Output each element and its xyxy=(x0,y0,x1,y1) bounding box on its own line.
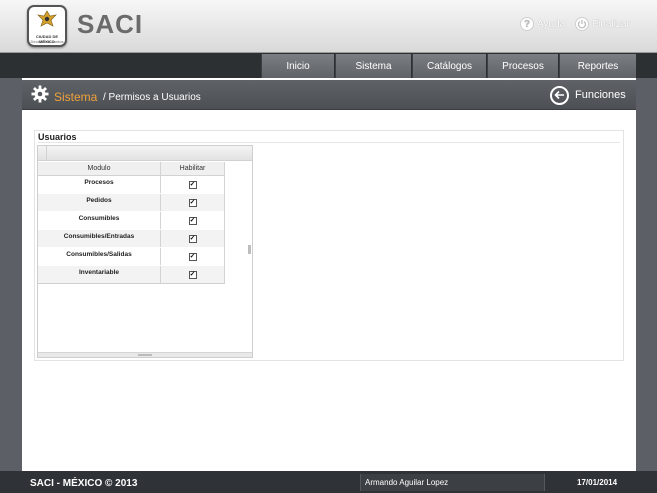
section-subtitle: / Permisos a Usuarios xyxy=(103,92,201,103)
footer-user: Armando Aguilar Lopez xyxy=(360,474,545,491)
modulo-cell: Procesos xyxy=(38,176,161,193)
modulo-cell: Inventariable xyxy=(38,266,161,283)
section-title: Sistema xyxy=(54,90,98,104)
panel-divider xyxy=(38,142,620,143)
habilitar-checkbox[interactable]: ✓ xyxy=(188,180,197,189)
grid-column-divider xyxy=(224,162,225,284)
nav-item-catalogos[interactable]: Catálogos xyxy=(412,54,486,78)
modulo-cell: Consumibles/Salidas xyxy=(38,248,161,265)
nav-item-reportes[interactable]: Reportes xyxy=(559,54,636,78)
table-row: Consumibles/Salidas ✓ xyxy=(38,248,224,266)
modulo-cell: Pedidos xyxy=(38,194,161,211)
habilitar-checkbox[interactable]: ✓ xyxy=(188,252,197,261)
table-row: Procesos ✓ xyxy=(38,176,224,194)
grid-resize-handle[interactable] xyxy=(38,352,252,357)
app-title: SACI xyxy=(77,9,144,39)
nav-item-inicio[interactable]: Inicio xyxy=(261,54,334,78)
habilitar-checkbox[interactable]: ✓ xyxy=(188,270,197,279)
power-icon xyxy=(575,17,589,31)
help-icon: ? xyxy=(520,17,534,31)
logout-link[interactable]: Finalizar xyxy=(575,16,630,32)
modulo-cell: Consumibles xyxy=(38,212,161,229)
functions-button[interactable]: Funciones xyxy=(550,85,626,105)
grid-toolbar xyxy=(38,146,252,161)
habilitar-checkbox[interactable]: ✓ xyxy=(188,216,197,225)
footer-date: 17/01/2014 xyxy=(577,478,618,487)
nav-item-procesos[interactable]: Procesos xyxy=(487,54,558,78)
grid-scrollbar[interactable] xyxy=(248,245,251,254)
logout-label: Finalizar xyxy=(592,18,630,30)
grid-body: Procesos ✓ Pedidos ✓ Consumibles ✓ Consu… xyxy=(38,176,224,284)
gear-icon xyxy=(31,85,49,103)
modulo-cell: Consumibles/Entradas xyxy=(38,230,161,247)
table-row: Consumibles ✓ xyxy=(38,212,224,230)
habilitar-checkbox[interactable]: ✓ xyxy=(188,198,197,207)
back-arrow-icon xyxy=(550,85,569,105)
nav-item-sistema[interactable]: Sistema xyxy=(335,54,411,78)
app-logo: CIUDAD DE MÉXICO Decidiendo Juntos xyxy=(27,5,67,47)
table-row: Inventariable ✓ xyxy=(38,266,224,284)
column-header-modulo[interactable]: Modulo xyxy=(38,162,161,175)
grid-header-row: Modulo Habilitar xyxy=(38,162,224,176)
help-link[interactable]: ? Ayuda xyxy=(520,16,565,32)
panel-title: Usuarios xyxy=(38,132,77,142)
footer-copyright: SACI - MÉXICO © 2013 xyxy=(30,478,138,489)
grid-row-divider xyxy=(38,283,224,284)
logo-tagline: Decidiendo Juntos xyxy=(30,39,64,44)
functions-label: Funciones xyxy=(575,89,626,101)
habilitar-checkbox[interactable]: ✓ xyxy=(188,234,197,243)
help-label: Ayuda xyxy=(537,18,566,30)
eagle-emblem-icon xyxy=(37,10,57,27)
table-row: Consumibles/Entradas ✓ xyxy=(38,230,224,248)
table-row: Pedidos ✓ xyxy=(38,194,224,212)
column-header-habilitar[interactable]: Habilitar xyxy=(161,162,224,175)
